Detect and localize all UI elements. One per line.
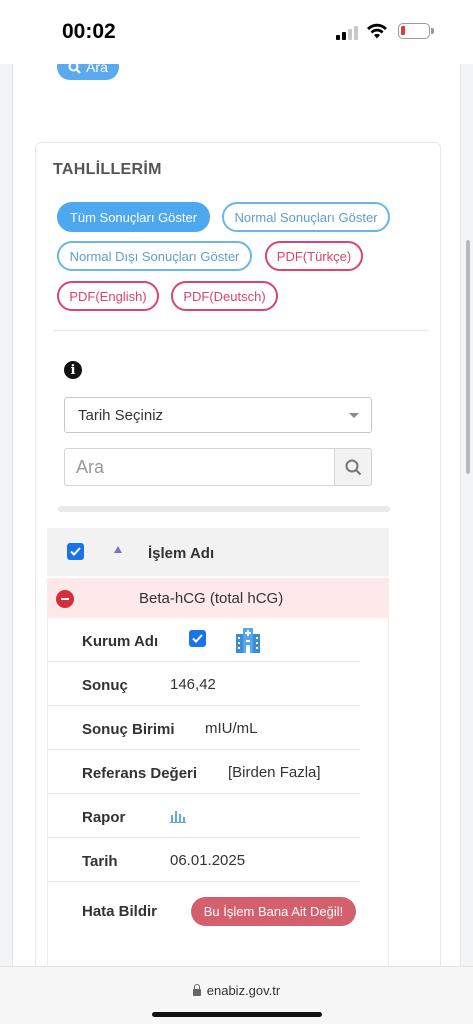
search-button[interactable] [334,448,372,486]
detail-institution: Kurum Adı [48,618,360,662]
browser-url-bar[interactable]: enabiz.gov.tr [0,966,473,1024]
top-search-label: Ara [86,64,108,75]
reference-value: [Birden Fazla] [228,764,321,781]
search-icon [345,459,361,475]
pdf-german-button[interactable]: PDF(Deutsch) [171,281,278,311]
filter-abnormal-results-button[interactable]: Normal Dışı Sonuçları Göster [57,241,252,271]
page-container: Ara TAHLİLLERİM Tüm Sonuçları Göster Nor… [12,64,461,966]
sort-asc-icon[interactable] [114,546,122,553]
card-title: TAHLİLLERİM [53,161,162,178]
bar-chart-icon[interactable] [170,809,186,823]
date-value: 06.01.2025 [170,852,246,869]
status-bar: 00:02 [0,0,473,64]
pdf-english-button[interactable]: PDF(English) [57,281,159,311]
lock-icon [192,984,201,996]
chevron-down-icon [349,413,359,418]
filter-all-results-button[interactable]: Tüm Sonuçları Göster [57,202,210,232]
divider [53,330,428,331]
detail-result: Sonuç 146,42 [48,662,360,706]
url-display[interactable]: enabiz.gov.tr [0,983,473,998]
not-my-procedure-button[interactable]: Bu İşlem Bana Ait Değil! [191,897,356,926]
select-all-checkbox[interactable] [67,543,84,560]
hospital-icon[interactable] [233,625,263,655]
filter-normal-results-button[interactable]: Normal Sonuçları Göster [222,202,390,232]
unit-value: mIU/mL [205,720,258,737]
detail-report-error: Hata Bildir Bu İşlem Bana Ait Değil! [48,882,360,942]
pdf-turkish-button[interactable]: PDF(Türkçe) [265,241,363,271]
home-indicator[interactable] [152,1012,322,1017]
check-icon [192,634,203,643]
detail-unit: Sonuç Birimi mIU/mL [48,706,360,750]
date-label: Tarih [82,853,118,870]
collapse-row-icon[interactable] [56,590,74,608]
table-header: İşlem Adı [47,528,389,576]
reference-label: Referans Değeri [82,765,198,782]
web-page[interactable]: Ara TAHLİLLERİM Tüm Sonuçları Göster Nor… [0,64,473,966]
info-icon[interactable]: i [64,361,82,379]
institution-checkbox[interactable] [189,630,206,647]
result-value: 146,42 [170,676,216,693]
detail-report: Rapor [48,794,360,838]
detail-date: Tarih 06.01.2025 [48,838,360,882]
top-search-button[interactable]: Ara [57,64,119,80]
date-select-value: Tarih Seçiniz [78,406,164,424]
procedure-name: Beta-hCG (total hCG) [139,590,284,607]
clock: 00:02 [62,20,116,43]
search-input[interactable]: Ara [64,448,334,486]
table-horizontal-scrollbar[interactable] [58,506,390,512]
result-label: Sonuç [82,677,128,694]
column-header-procedure-name[interactable]: İşlem Adı [148,545,214,562]
check-icon [70,547,81,556]
table-row[interactable]: Beta-hCG (total hCG) [47,578,389,618]
report-label: Rapor [82,809,126,826]
report-error-label: Hata Bildir [82,903,158,920]
cellular-signal-icon [336,26,358,40]
row-details: Kurum Adı Sonuç 146,42 Sonuç Birimi mIU/… [47,618,389,966]
url-text: enabiz.gov.tr [206,983,281,998]
date-select[interactable]: Tarih Seçiniz [64,397,372,433]
detail-reference: Referans Değeri [Birden Fazla] [48,750,360,794]
battery-icon [398,23,434,39]
page-scrollbar[interactable] [466,240,470,474]
wifi-icon [367,23,387,39]
institution-label: Kurum Adı [82,633,159,650]
search-icon [68,64,81,74]
unit-label: Sonuç Birimi [82,721,175,738]
